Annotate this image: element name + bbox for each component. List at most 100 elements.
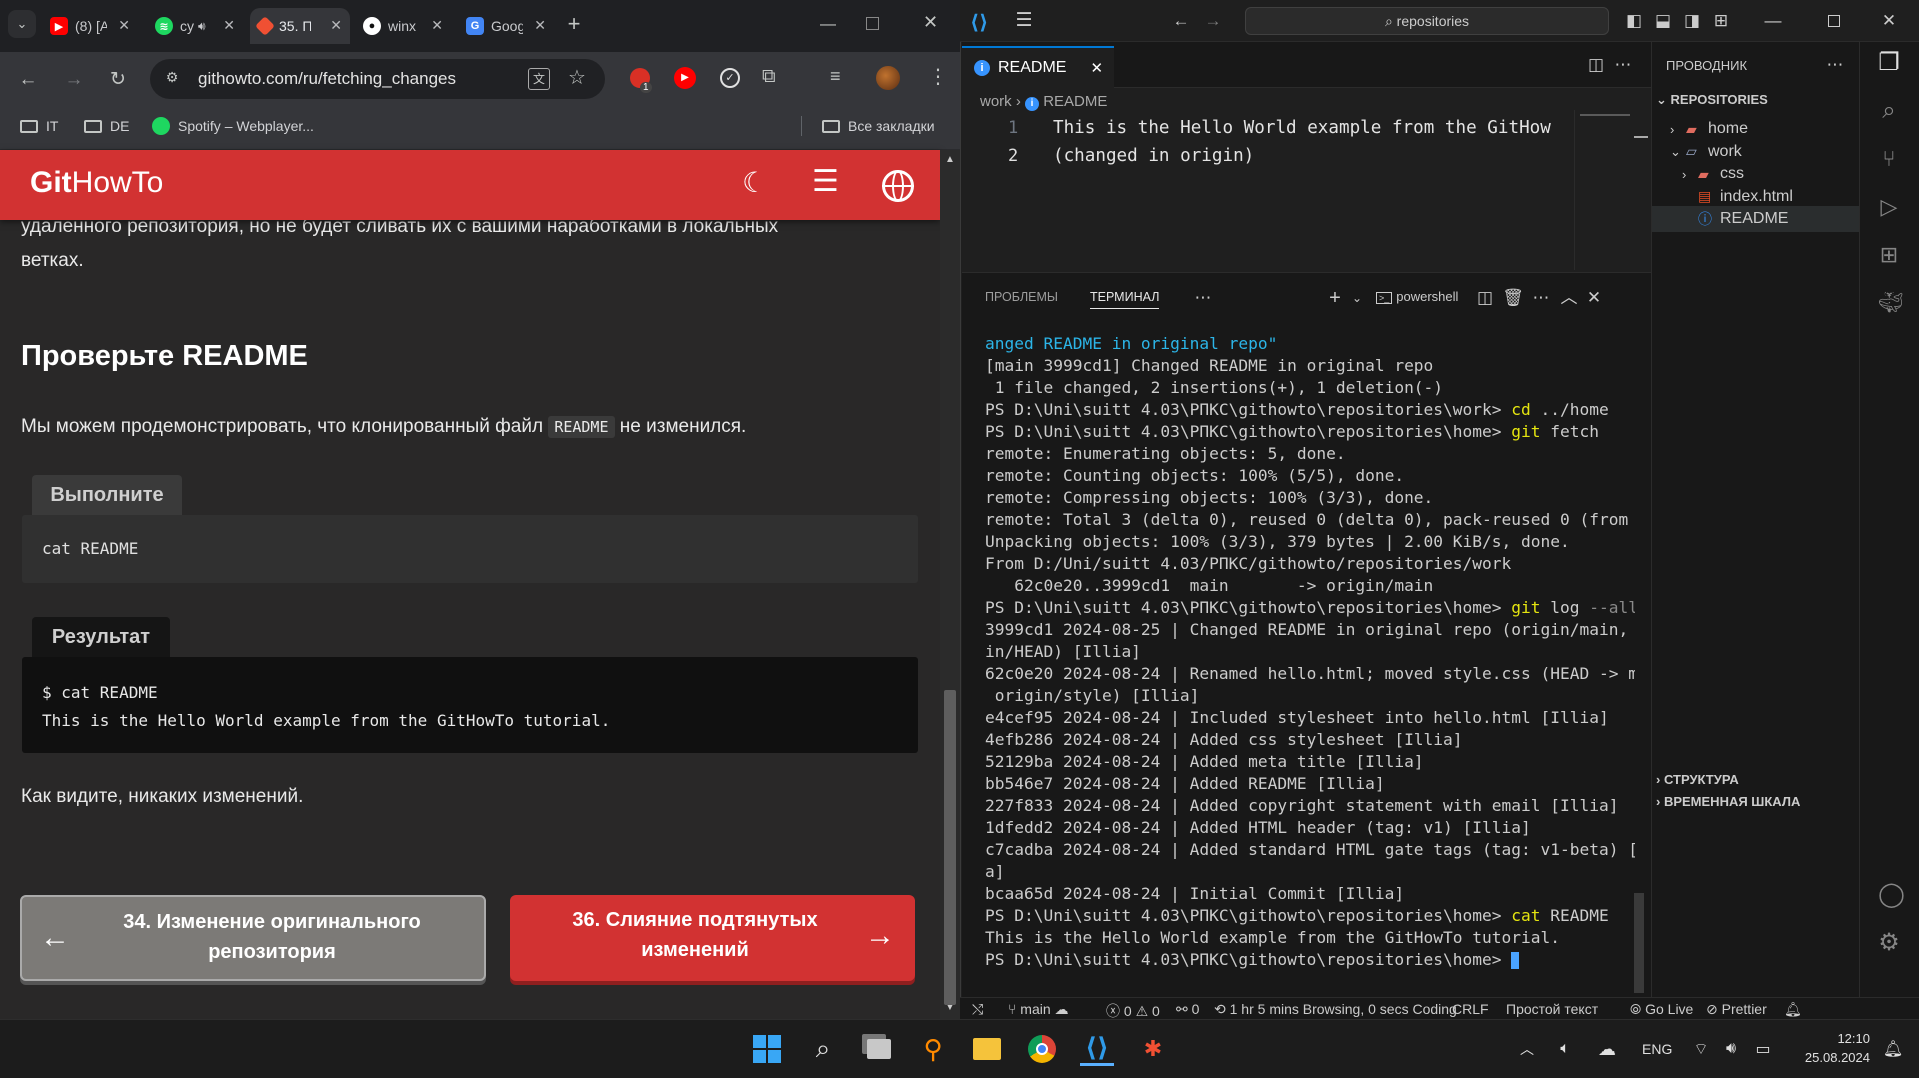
maximize-icon[interactable] [866, 17, 879, 30]
notifications-icon[interactable]: 🔔︎ [1876, 1032, 1910, 1066]
terminal-more-icon[interactable]: ⋯ [1530, 287, 1552, 309]
problems-indicator[interactable]: ⓧ 0 ⚠ 0 [1106, 1001, 1160, 1021]
notifications-bell-icon[interactable]: 🔔︎ [1784, 1001, 1802, 1018]
settings-gear-icon[interactable]: ⚙︎ [1878, 931, 1900, 955]
media-controls-icon[interactable]: ≡ [830, 66, 841, 87]
terminal-output[interactable]: anged README in original repo" [main 3999… [985, 333, 1635, 978]
speaker-icon[interactable]: 🔊︎ [1714, 1032, 1748, 1066]
account-icon[interactable]: ◯ [1878, 883, 1905, 907]
language-globe-icon[interactable] [882, 170, 914, 202]
tab-terminal[interactable]: ТЕРМИНАЛ [1090, 290, 1160, 309]
split-terminal-icon[interactable]: ◫ [1474, 287, 1496, 309]
close-tab-icon[interactable]: ✕ [330, 17, 342, 34]
new-tab-button[interactable]: + [560, 10, 588, 38]
close-tab-icon[interactable]: ✕ [431, 17, 443, 34]
close-tab-icon[interactable]: ✕ [223, 17, 235, 34]
browser-tab[interactable]: ≋ су 🔊︎ ✕ [147, 8, 243, 44]
checkmark-extension-icon[interactable]: ✓ [720, 68, 740, 88]
toggle-secondary-sidebar-icon[interactable]: ◨ [1681, 10, 1703, 32]
command-center-search[interactable]: ⌕ repositories [1245, 7, 1609, 35]
extensions-icon[interactable]: ⊞ [1878, 244, 1900, 266]
scroll-up-arrow-icon[interactable]: ▲ [945, 154, 955, 165]
remote-indicator-icon[interactable]: ⤭ [972, 1001, 983, 1018]
search-icon[interactable]: ⌕ [1878, 99, 1900, 123]
explorer-files-icon[interactable]: ❐ [1878, 51, 1900, 75]
timeline-section[interactable]: › ВРЕМЕННАЯ ШКАЛА [1656, 794, 1800, 809]
branch-indicator[interactable]: ⑂ main ☁︎ [1008, 1001, 1069, 1018]
docker-icon[interactable]: 🐳︎ [1878, 292, 1903, 314]
volume-tray-icon[interactable]: 🔈︎ [1548, 1032, 1582, 1066]
tab-search-button[interactable]: ⌄ [8, 10, 36, 38]
chrome-icon[interactable] [1025, 1032, 1059, 1066]
customize-layout-icon[interactable]: ⊞ [1710, 10, 1732, 32]
translate-page-icon[interactable]: 文 [528, 68, 550, 90]
search-app-icon[interactable]: ⚲ [916, 1032, 950, 1066]
wifi-icon[interactable]: ⌔ [1684, 1032, 1718, 1066]
time-tracking[interactable]: ⟲ 1 hr 5 mins Browsing, 0 secs Coding [1214, 1001, 1457, 1018]
profile-avatar[interactable] [876, 66, 900, 90]
minimize-icon[interactable]: — [1762, 10, 1784, 32]
next-lesson-button[interactable]: 36. Слияние подтянутых изменений → [510, 895, 915, 981]
theme-toggle-icon[interactable]: ☾ [742, 166, 767, 199]
extensions-puzzle-icon[interactable]: ⧉ [762, 66, 776, 88]
input-language[interactable]: ENG [1642, 1041, 1672, 1057]
terminal-scrollbar[interactable] [1634, 893, 1644, 993]
start-windows-icon[interactable] [750, 1032, 784, 1066]
minimize-icon[interactable]: — [820, 16, 836, 34]
close-panel-icon[interactable]: ✕ [1583, 287, 1605, 309]
bookmark-star-icon[interactable]: ☆ [568, 65, 586, 90]
back-icon[interactable]: ← [14, 66, 42, 94]
tray-overflow-icon[interactable]: ︿ [1510, 1032, 1544, 1066]
browser-tab[interactable]: G Goog ✕ [458, 8, 554, 44]
browser-tab-active[interactable]: 35. По ✕ [250, 8, 350, 44]
language-mode[interactable]: Простой текст [1506, 1001, 1598, 1017]
minimap[interactable] [1574, 110, 1636, 270]
ports-indicator[interactable]: ⚯ 0 [1176, 1001, 1199, 1018]
toggle-panel-icon[interactable]: ⬓ [1652, 10, 1674, 32]
explorer-more-icon[interactable]: ⋯ [1824, 54, 1846, 76]
breadcrumb-file[interactable]: README [1043, 93, 1107, 110]
kill-terminal-icon[interactable]: 🗑︎ [1502, 287, 1524, 309]
bookmark-folder-it[interactable]: IT [20, 115, 58, 137]
explorer-item[interactable]: ⓘ README [1652, 206, 1860, 232]
forward-icon[interactable]: → [60, 66, 88, 94]
editor-line[interactable]: This is the Hello World example from the… [1053, 118, 1573, 138]
task-view-icon[interactable] [862, 1032, 896, 1066]
prettier-indicator[interactable]: ⊘ Prettier [1706, 1001, 1767, 1018]
close-window-icon[interactable]: ✕ [1878, 10, 1900, 32]
site-logo[interactable]: GitHowTo [30, 166, 163, 200]
address-bar[interactable]: ⚙︎ githowto.com/ru/fetching_changes 文 ☆ [150, 59, 605, 99]
outline-section[interactable]: › СТРУКТУРА [1656, 772, 1739, 787]
bookmark-folder-de[interactable]: DE [84, 115, 129, 137]
breadcrumb-folder[interactable]: work [980, 93, 1012, 110]
split-editor-icon[interactable]: ◫ [1585, 54, 1607, 76]
all-bookmarks-button[interactable]: Все закладки [822, 115, 935, 137]
browser-tab[interactable]: ▶ (8) [A ✕ [42, 8, 138, 44]
nav-forward-icon[interactable]: → [1202, 10, 1224, 32]
prev-lesson-button[interactable]: ← 34. Изменение оригинального репозитори… [20, 895, 486, 981]
source-control-icon[interactable]: ⑂ [1878, 148, 1900, 170]
toggle-sidebar-icon[interactable]: ◧ [1623, 10, 1645, 32]
run-debug-icon[interactable]: ▷ [1878, 196, 1900, 218]
terminal-shell-selector[interactable]: >_ powershell [1376, 289, 1458, 304]
search-taskbar-icon[interactable]: ⌕ [806, 1032, 840, 1066]
browser-menu-icon[interactable]: ⋮ [928, 64, 948, 89]
browser-tab[interactable]: ● winx ✕ [355, 8, 451, 44]
clock[interactable]: 12:10 25.08.2024 [1790, 1029, 1870, 1067]
close-tab-icon[interactable]: ✕ [534, 17, 546, 34]
panel-more-icon[interactable]: ⋯ [1192, 287, 1214, 309]
new-terminal-icon[interactable]: + [1324, 287, 1346, 309]
file-explorer-icon[interactable] [970, 1032, 1004, 1066]
close-window-icon[interactable]: ✕ [923, 12, 938, 33]
go-live-button[interactable]: ⦾ Go Live [1630, 1001, 1693, 1018]
explorer-section-header[interactable]: ⌄ REPOSITORIES [1656, 92, 1768, 108]
site-info-icon[interactable]: ⚙︎ [162, 69, 182, 89]
reload-icon[interactable]: ↻ [104, 66, 132, 94]
battery-icon[interactable]: ▭ [1746, 1032, 1780, 1066]
vscode-taskbar-icon[interactable]: ⟨⟩ [1080, 1032, 1114, 1066]
git-app-icon[interactable]: ✱ [1136, 1032, 1170, 1066]
maximize-panel-icon[interactable]: ︿ [1558, 287, 1580, 309]
terminal-dropdown-icon[interactable]: ⌄ [1346, 287, 1368, 309]
editor-line[interactable]: (changed in origin) [1053, 146, 1254, 166]
scrollbar-thumb[interactable] [944, 690, 956, 1005]
